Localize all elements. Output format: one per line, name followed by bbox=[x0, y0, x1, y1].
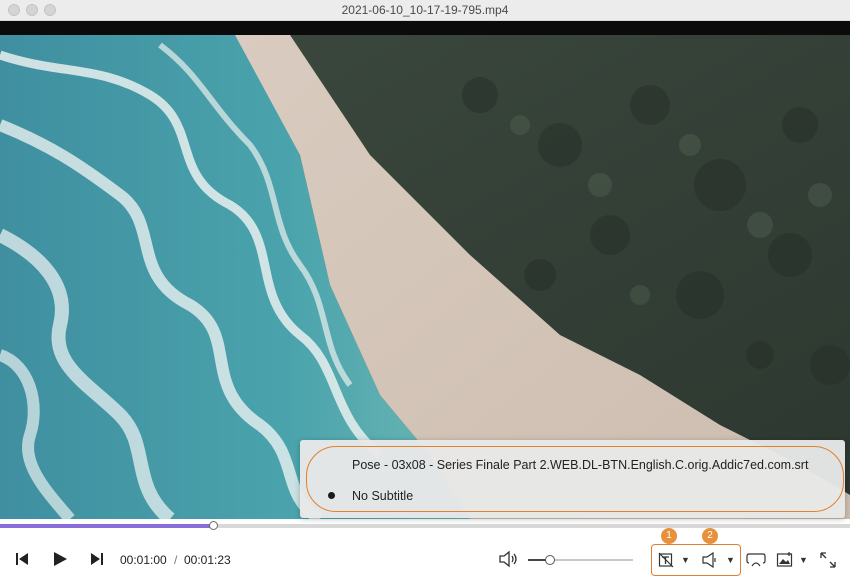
fullscreen-icon[interactable] bbox=[820, 552, 836, 573]
subtitle-menu bbox=[300, 440, 845, 518]
progress-fill bbox=[0, 524, 213, 528]
subtitle-dropdown-caret-icon[interactable]: ▼ bbox=[681, 555, 690, 565]
subtitle-icon[interactable] bbox=[658, 552, 674, 573]
current-time: 00:01:00 bbox=[120, 553, 167, 567]
control-bar: 00:01:00 / 00:01:23 ▼ ▼ ▼ bbox=[0, 530, 850, 583]
audio-track-icon[interactable] bbox=[702, 551, 720, 573]
screenshot-dropdown-caret-icon[interactable]: ▼ bbox=[799, 555, 808, 565]
audio-dropdown-caret-icon[interactable]: ▼ bbox=[726, 555, 735, 565]
annotation-badge-1: 1 bbox=[661, 528, 677, 544]
subtitle-option-none[interactable]: No Subtitle bbox=[352, 489, 413, 503]
skip-forward-icon[interactable] bbox=[90, 552, 104, 571]
subtitle-option-srt[interactable]: Pose - 03x08 - Series Finale Part 2.WEB.… bbox=[352, 458, 808, 472]
total-time: 00:01:23 bbox=[184, 553, 231, 567]
annotation-badge-2: 2 bbox=[702, 528, 718, 544]
window-title: 2021-06-10_10-17-19-795.mp4 bbox=[341, 3, 509, 17]
play-icon[interactable] bbox=[52, 551, 68, 572]
volume-handle[interactable] bbox=[545, 555, 555, 565]
volume-icon[interactable] bbox=[499, 550, 519, 573]
window-titlebar: 2021-06-10_10-17-19-795.mp4 bbox=[0, 0, 850, 21]
progress-handle[interactable] bbox=[209, 521, 218, 530]
time-separator: / bbox=[174, 553, 178, 567]
screenshot-icon[interactable] bbox=[776, 551, 794, 574]
selected-indicator-icon bbox=[328, 492, 335, 499]
skip-back-icon[interactable] bbox=[15, 552, 29, 571]
airplay-icon[interactable] bbox=[746, 552, 766, 573]
